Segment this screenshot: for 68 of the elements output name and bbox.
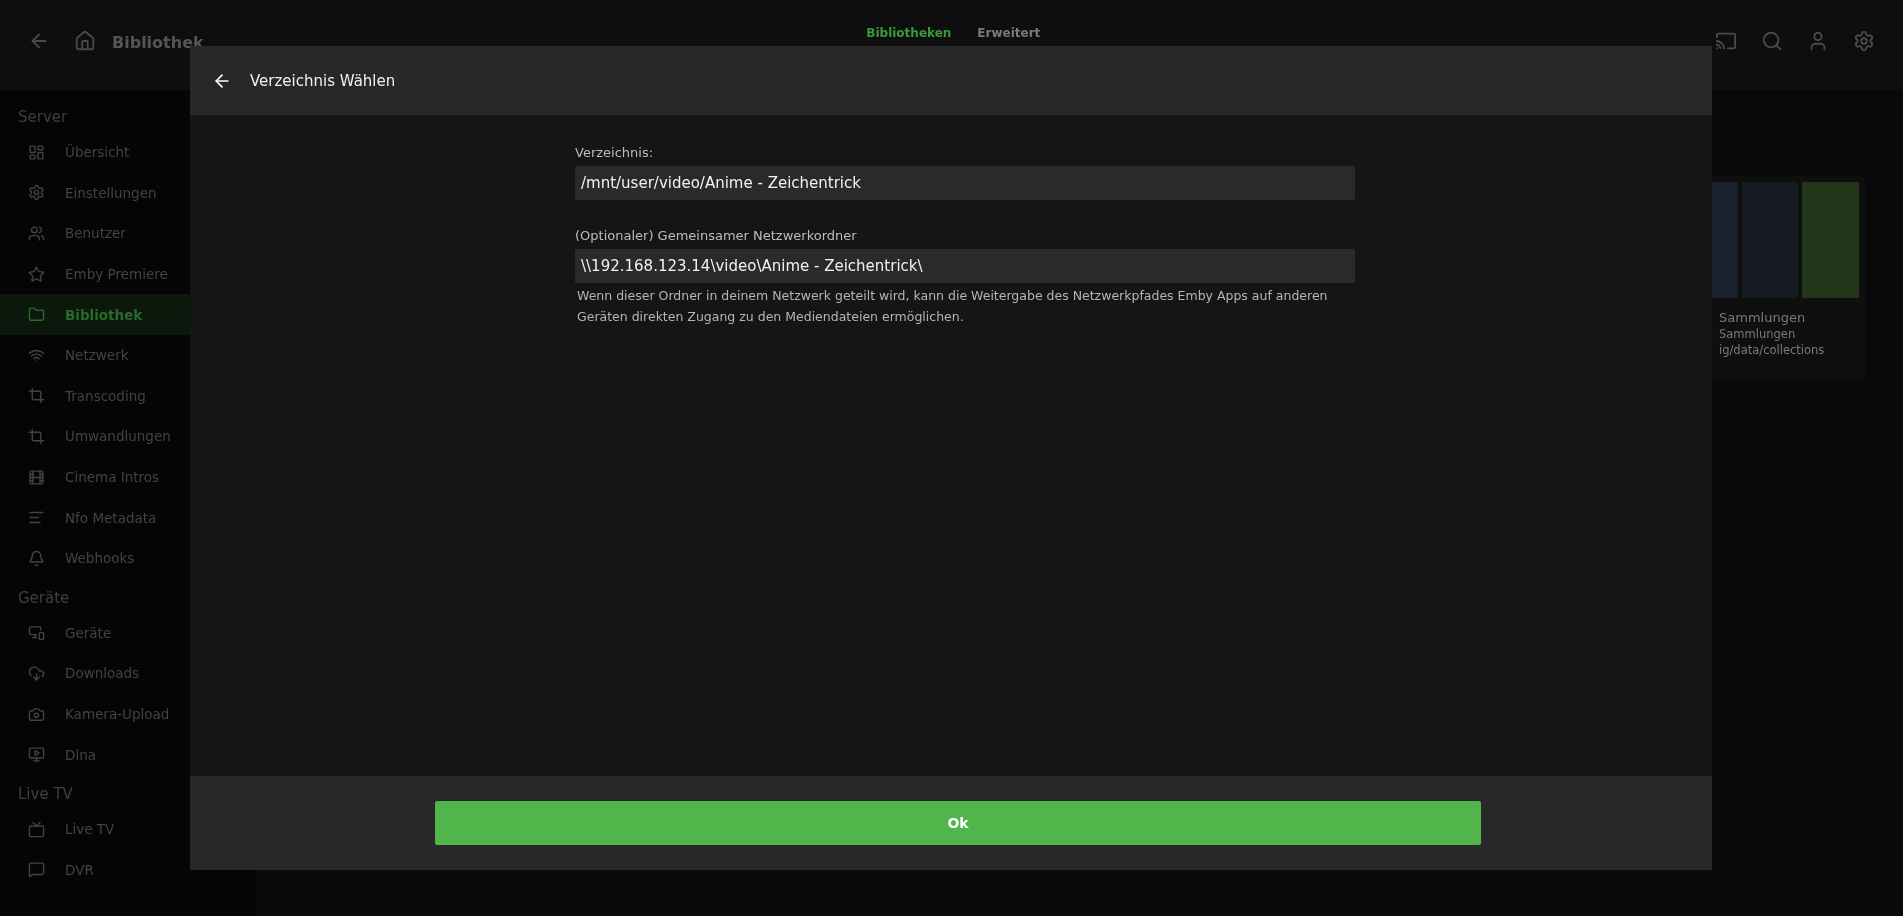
crop-icon (28, 387, 45, 405)
sidebar-item[interactable]: Netzwerk (0, 334, 256, 376)
sidebar-item[interactable]: Übersicht (0, 132, 256, 173)
sidebar-item[interactable]: Transcoding (0, 375, 256, 417)
gear-icon (28, 184, 45, 202)
sidebar-item[interactable]: Benutzer (0, 213, 256, 254)
cast-icon (1715, 30, 1737, 52)
section-title: Server (17, 107, 69, 128)
tab[interactable]: Erweitert (977, 26, 1041, 40)
sidebar-label: Nfo Metadata (65, 509, 157, 526)
message-icon (28, 861, 45, 879)
card-title: Sammlungen (1719, 310, 1807, 325)
card-subtitle: Sammlungen (1719, 327, 1797, 341)
sidebar-label: Bibliothek (65, 306, 143, 323)
sidebar-item[interactable]: Live TV (0, 808, 256, 850)
sidebar-label: Einstellungen (65, 184, 157, 201)
sidebar-item[interactable]: Webhooks (0, 537, 256, 579)
sidebar-item[interactable]: Kamera-Upload (0, 693, 256, 735)
sidebar-item[interactable]: DVR (0, 849, 256, 891)
sidebar-label: Live TV (65, 821, 115, 838)
sidebar-label: Benutzer (65, 225, 126, 242)
crop-icon (28, 427, 45, 445)
section-title: Live TV (17, 783, 74, 805)
sidebar-label: Emby Premiere (65, 266, 168, 283)
card-path: ig/data/collections (1719, 343, 1826, 357)
sidebar-label: Übersicht (65, 144, 130, 161)
input-field[interactable]: \\192.168.123.14\video\Anime - Zeichentrick\ (575, 249, 1355, 283)
sidebar-label: Kamera-Upload (65, 706, 170, 722)
settings-icon (1853, 30, 1875, 52)
devices-icon (28, 624, 45, 642)
tab[interactable]: Bibliotheken (866, 26, 952, 40)
sidebar-item[interactable]: Einstellungen (0, 172, 256, 214)
section-title: Geräte (17, 587, 71, 609)
sidebar-label: Downloads (65, 665, 140, 682)
field-label: (Optionaler) Gemeinsamer Netzwerkordner (575, 228, 858, 243)
sidebar-item[interactable]: Emby Premiere (0, 253, 256, 295)
sidebar-label: DVR (65, 861, 94, 878)
cloud-download-icon (28, 664, 45, 682)
sidebar-label: Netzwerk (65, 347, 129, 364)
input-field[interactable]: /mnt/user/video/Anime - Zeichentrick (575, 166, 1355, 200)
sidebar-item[interactable]: Umwandlungen (0, 416, 256, 457)
sidebar-label: Dlna (65, 746, 96, 763)
sidebar-item[interactable]: Cinema Intros (0, 456, 256, 498)
sidebar-label: Umwandlungen (65, 428, 171, 445)
camera-icon (28, 705, 45, 723)
home-icon (74, 30, 96, 52)
users-icon (28, 225, 45, 242)
sidebar-item[interactable]: Nfo Metadata (0, 497, 256, 538)
bell-icon (28, 549, 45, 567)
sidebar-item[interactable]: Downloads (0, 653, 256, 694)
field-label: Verzeichnis: (575, 145, 655, 160)
sidebar-item[interactable]: Geräte (0, 612, 256, 654)
page-title: Bibliothek (112, 33, 204, 52)
ok-button[interactable]: Ok (435, 801, 1481, 845)
tv-icon (28, 820, 45, 838)
help-text: Wenn dieser Ordner in deinem Netzwerk geteilt wird, kann die Weitergabe des Netzwerkpfades Emby Apps auf anderen Geräten direkten Zugang zu den Mediendateien ermöglichen. (576, 287, 1329, 326)
sidebar-label: Transcoding (65, 387, 146, 404)
folder-icon (28, 306, 45, 324)
star-icon (28, 265, 45, 283)
sidebar-label: Webhooks (65, 550, 135, 567)
dashboard-icon (28, 143, 45, 161)
search-icon (1761, 30, 1783, 52)
film-icon (28, 468, 45, 486)
monitor-icon (28, 746, 45, 764)
sidebar-label: Cinema Intros (65, 469, 160, 486)
sidebar-label: Geräte (65, 624, 112, 641)
sidebar-item[interactable]: Dlna (0, 734, 256, 775)
dialog-title: Verzeichnis Wählen (250, 71, 396, 90)
